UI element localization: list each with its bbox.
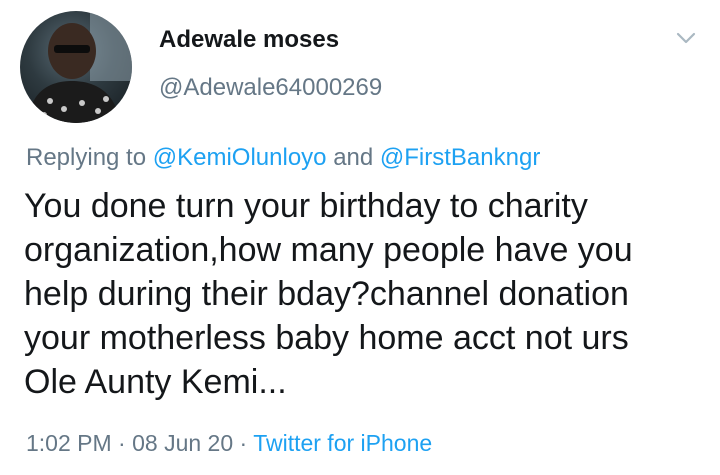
tweet-text-line: Ole Aunty Kemi... bbox=[24, 363, 287, 401]
mention-link[interactable]: @KemiOlunloyo bbox=[153, 144, 327, 171]
reply-prefix: Replying to bbox=[26, 144, 147, 171]
tweet-date[interactable]: 08 Jun 20 bbox=[132, 430, 233, 456]
author-handle[interactable]: @Adewale64000269 bbox=[159, 74, 382, 102]
reply-context: Replying to @KemiOlunloyo and @FirstBank… bbox=[26, 144, 540, 172]
author-display-name[interactable]: Adewale moses bbox=[159, 26, 339, 54]
tweet-text-line: your motherless baby home acct not urs bbox=[24, 319, 629, 357]
avatar[interactable] bbox=[20, 11, 132, 123]
reply-conjunction: and bbox=[333, 144, 374, 171]
meta-separator: · bbox=[118, 430, 126, 456]
mention-link[interactable]: @FirstBankngr bbox=[380, 144, 540, 171]
tweet-text-line: organization,how many people have you bbox=[24, 231, 633, 269]
tweet-text: You done turn your birthday to charity o… bbox=[24, 184, 704, 404]
tweet-source-link[interactable]: Twitter for iPhone bbox=[253, 430, 432, 456]
meta-separator: · bbox=[239, 430, 248, 456]
tweet-time[interactable]: 1:02 PM bbox=[26, 430, 112, 456]
tweet-text-line: You done turn your birthday to charity bbox=[24, 187, 588, 225]
tweet-text-line: help during their bday?channel donation bbox=[24, 275, 629, 313]
tweet-meta: 1:02 PM · 08 Jun 20 · Twitter for iPhone bbox=[26, 430, 432, 457]
chevron-down-icon[interactable] bbox=[674, 28, 698, 48]
